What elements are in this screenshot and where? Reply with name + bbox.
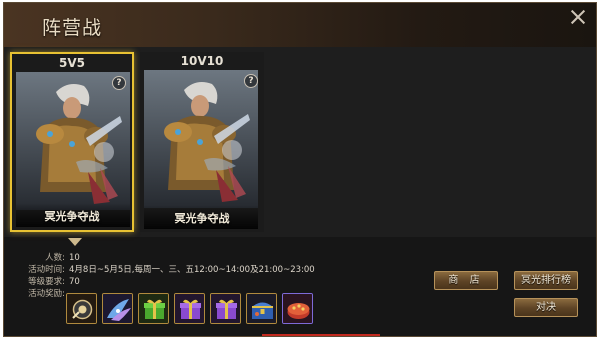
mode-cards-area: 5V5 ? 冥光争夺战 10V10 ? 冥光争夺战 (4, 47, 596, 237)
time-value: 4月8日~5月5日,每周一、三、五12:00~14:00及21:00~23:00 (69, 265, 315, 275)
mode-label: 5V5 (59, 56, 85, 70)
window-header: 阵营战 (4, 3, 596, 47)
decorative-divider (262, 334, 380, 336)
selection-pointer-icon (68, 238, 82, 246)
green-gift-box-icon[interactable] (138, 293, 169, 324)
mode-label: 10V10 (180, 54, 224, 68)
purple-gift-box-icon[interactable] (210, 293, 241, 324)
duel-button[interactable]: 对决 (514, 298, 578, 317)
window-title: 阵营战 (42, 17, 103, 39)
players-value: 10 (69, 253, 80, 263)
warrior-portrait-image (16, 72, 130, 210)
mode-card-5v5[interactable]: 5V5 ? 冥光争夺战 (10, 52, 134, 232)
faction-war-window: 阵营战 5V5 ? 冥光争夺战 10V10 ? 冥光争夺战 人数: 10 活动时… (3, 2, 597, 337)
shop-button[interactable]: 商 店 (434, 271, 498, 290)
help-icon[interactable]: ? (244, 74, 258, 88)
map-name: 冥光争夺战 (174, 212, 230, 225)
players-label: 人数: (45, 253, 65, 263)
players-row: 人数: 10 (18, 252, 315, 264)
help-icon[interactable]: ? (112, 76, 126, 90)
red-cake-icon[interactable] (282, 293, 313, 324)
rewards-label: 活动奖励: (28, 289, 65, 299)
map-name: 冥光争夺战 (44, 210, 100, 223)
blue-wings-icon[interactable] (102, 293, 133, 324)
gear-emblem-icon[interactable] (66, 293, 97, 324)
close-icon[interactable] (568, 7, 588, 27)
time-row: 活动时间: 4月8日~5月5日,每周一、三、五12:00~14:00及21:00… (18, 264, 315, 276)
level-label: 等级要求: (28, 277, 65, 287)
ranking-button[interactable]: 冥光排行榜 (514, 271, 578, 290)
reward-list (66, 293, 313, 324)
time-label: 活动时间: (28, 265, 65, 275)
level-row: 等级要求: 70 (18, 276, 315, 288)
level-value: 70 (69, 277, 80, 287)
warrior-portrait-image (144, 70, 258, 208)
purple-gift-box-icon[interactable] (174, 293, 205, 324)
treasure-chest-icon[interactable] (246, 293, 277, 324)
mode-card-10v10[interactable]: 10V10 ? 冥光争夺战 (140, 52, 264, 232)
